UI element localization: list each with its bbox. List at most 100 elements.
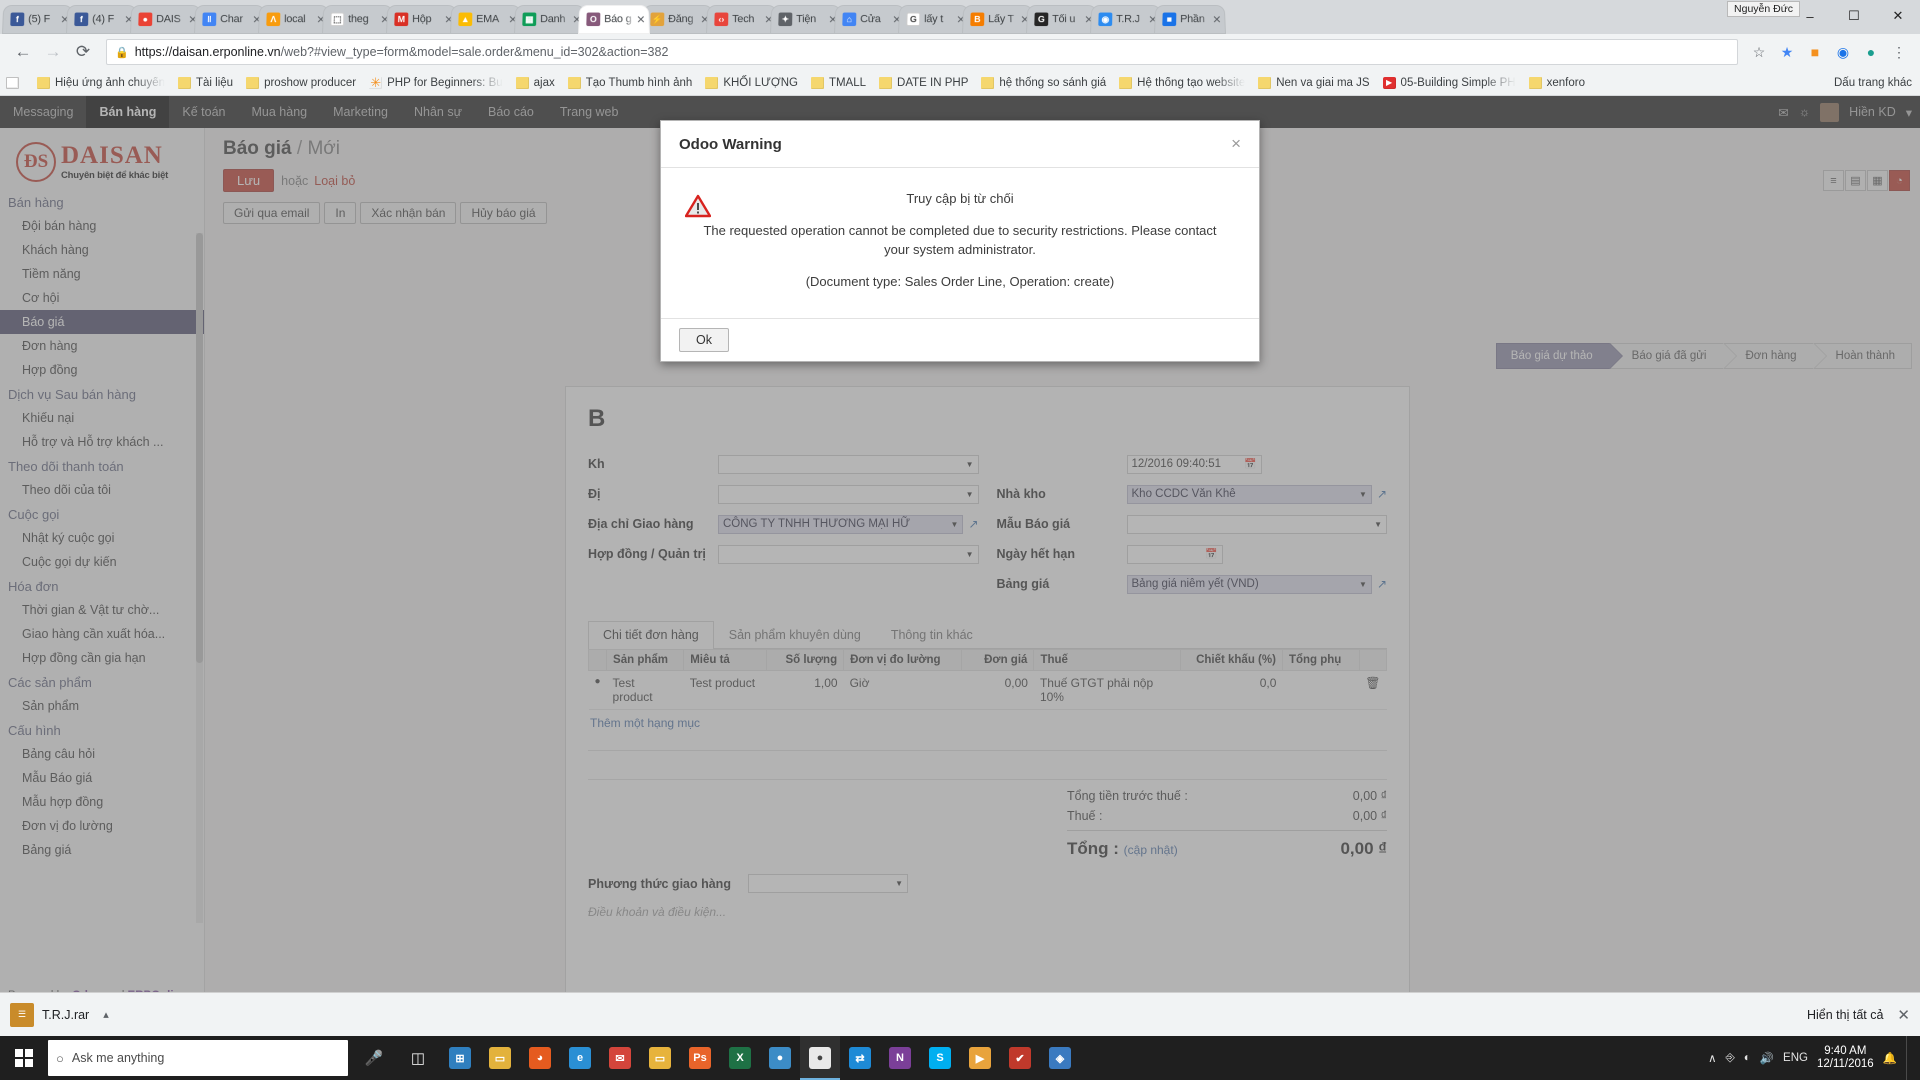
bookmark-item[interactable]: xenforo [1528,76,1585,89]
browser-tab[interactable]: G Tối u ✕ [1026,5,1098,34]
notification-icon[interactable]: 🔔 [1883,1051,1897,1065]
bookmark-star-filled-icon[interactable]: ★ [1774,39,1800,65]
taskbar-antivirus-icon[interactable]: ✔ [1000,1036,1040,1080]
taskbar-edge-icon[interactable]: e [560,1036,600,1080]
bookmark-item[interactable]: ✳ PHP for Beginners: Bu [369,74,502,90]
bookmark-label: hệ thống so sánh giá [999,76,1107,89]
bookmark-item[interactable]: Hệ thống tạo website [1119,76,1245,89]
bookmark-star-icon[interactable]: ☆ [1746,39,1772,65]
browser-tab[interactable]: Λlocal ✕ [258,5,330,34]
download-item[interactable]: ☰ T.R.J.rar ▴ [10,1002,109,1027]
reload-icon[interactable]: ⟳ [68,37,98,67]
usb-icon[interactable]: ⎆ [1726,1052,1735,1065]
extension-teal-icon[interactable]: ● [1858,39,1884,65]
close-icon[interactable]: ✕ [636,13,645,26]
ok-button[interactable]: Ok [679,328,729,352]
browser-tab[interactable]: O Báo g ✕ [578,5,650,34]
forward-icon[interactable]: → [38,37,68,67]
browser-tab-label: (4) F [92,13,115,26]
bookmark-item[interactable]: Tạo Thumb hình ảnh [567,76,692,89]
bookmark-item[interactable]: ▶ 05-Building Simple PH [1382,76,1516,89]
taskbar-onenote-icon[interactable]: N [880,1036,920,1080]
bookmark-item[interactable]: Nen va giai ma JS [1258,76,1370,89]
browser-tab[interactable]: ‖ Char ✕ [194,5,266,34]
extension-blue-icon[interactable]: ◉ [1830,39,1856,65]
bookmark-item[interactable]: Hiệu ứng ảnh chuyển [37,76,165,89]
browser-tab[interactable]: ■ Phần ✕ [1154,5,1226,34]
taskbar-skype-icon[interactable]: S [920,1036,960,1080]
bookmark-item[interactable]: KHỐI LƯỢNG [705,76,798,89]
folder-icon [879,76,893,89]
taskbar-media-player-icon[interactable]: ▶ [960,1036,1000,1080]
taskbar-folder-icon[interactable]: ▭ [480,1036,520,1080]
browser-tab[interactable]: ⬚ theg ✕ [322,5,394,34]
folder-icon [37,76,50,89]
bookmark-item[interactable] [6,76,24,89]
extension-orange-icon[interactable]: ■ [1802,39,1828,65]
browser-tab[interactable]: f (4) F ✕ [66,5,138,34]
taskbar-firefox-icon[interactable]: ◕ [520,1036,560,1080]
browser-tab[interactable]: f (5) F ✕ [2,5,74,34]
taskbar-chrome-icon[interactable]: ● [800,1036,840,1080]
other-bookmarks-button[interactable]: Dấu trang khác [1834,77,1912,89]
tray-expand-icon[interactable]: ∧ [1708,1051,1716,1065]
bookmark-item[interactable]: Tài liệu [178,76,233,89]
browser-tab[interactable]: ● DAIS ✕ [130,5,202,34]
address-bar[interactable]: 🔒 https://daisan.erponline.vn/web?#view_… [106,39,1738,65]
volume-icon[interactable]: 🔊 [1760,1051,1774,1065]
task-view-icon[interactable]: ◫ [396,1036,440,1080]
download-filename: T.R.J.rar [42,1007,90,1022]
maximize-button[interactable]: ☐ [1832,1,1876,31]
browser-tab[interactable]: ▲ EMA ✕ [450,5,522,34]
star-icon: ✳ [370,74,382,90]
chevron-up-icon[interactable]: ▴ [103,1008,109,1021]
browser-tab[interactable]: ▦ Danh ✕ [514,5,586,34]
taskbar-explorer-icon[interactable]: ▭ [640,1036,680,1080]
clock[interactable]: 9:40 AM 12/11/2016 [1817,1045,1874,1071]
bookmark-item[interactable]: proshow producer [246,76,356,89]
bookmark-item[interactable]: TMALL [810,76,866,89]
taskbar-excel-icon[interactable]: X [720,1036,760,1080]
show-all-downloads-link[interactable]: Hiển thị tất cả [1807,1008,1883,1022]
close-icon[interactable]: ✕ [1897,1006,1910,1024]
close-button[interactable]: ✕ [1876,1,1920,31]
minimize-button[interactable]: – [1788,1,1832,31]
taskbar-photoshop-icon[interactable]: Ps [680,1036,720,1080]
browser-tab-label: (5) F [28,13,51,26]
bookmark-label: Hiệu ứng ảnh chuyển [55,76,165,89]
taskbar-vpn-icon[interactable]: ● [760,1036,800,1080]
browser-tab[interactable]: ⌂ Cửa ✕ [834,5,906,34]
browser-tab[interactable]: ◉ T.R.J ✕ [1090,5,1162,34]
url-host: https://daisan.erponline.vn [134,45,281,59]
taskbar-unikey-icon[interactable]: ◈ [1040,1036,1080,1080]
browser-tab[interactable]: M Hộp ✕ [386,5,458,34]
bookmark-item[interactable]: DATE IN PHP [879,76,969,89]
browser-tab[interactable]: B Lấy T ✕ [962,5,1034,34]
language-indicator[interactable]: ENG [1783,1052,1808,1064]
show-desktop-button[interactable] [1906,1036,1912,1080]
phpmyadmin-icon: Λ [266,12,281,27]
search-input[interactable]: ○ Ask me anything [48,1040,348,1076]
close-icon[interactable]: × [1231,134,1241,154]
taskbar-teamviewer-icon[interactable]: ⇄ [840,1036,880,1080]
browser-menu-icon[interactable]: ⋮ [1886,39,1912,65]
folder-icon [705,76,719,89]
taskbar-mail-icon[interactable]: ✉ [600,1036,640,1080]
page-icon: ⬚ [330,12,345,27]
bookmark-item[interactable]: ajax [515,76,555,89]
close-icon[interactable]: ✕ [1212,13,1221,26]
excel-icon: X [729,1047,751,1069]
browser-tab[interactable]: Glấy t ✕ [898,5,970,34]
back-icon[interactable]: ← [8,37,38,67]
bookmark-label: DATE IN PHP [897,76,969,89]
browser-tab[interactable]: ⚡ Đăng ✕ [642,5,714,34]
folder-icon [246,76,260,89]
network-icon[interactable]: ◐ [1744,1052,1751,1064]
browser-tab[interactable]: ✦ Tiện ✕ [770,5,842,34]
microphone-icon[interactable]: 🎤 [352,1036,396,1080]
start-button[interactable] [0,1036,48,1080]
browser-tab[interactable]: ‹› Tech ✕ [706,5,778,34]
bookmark-item[interactable]: hệ thống so sánh giá [981,76,1107,89]
page-icon [6,76,19,89]
taskbar-store-icon[interactable]: ⊞ [440,1036,480,1080]
